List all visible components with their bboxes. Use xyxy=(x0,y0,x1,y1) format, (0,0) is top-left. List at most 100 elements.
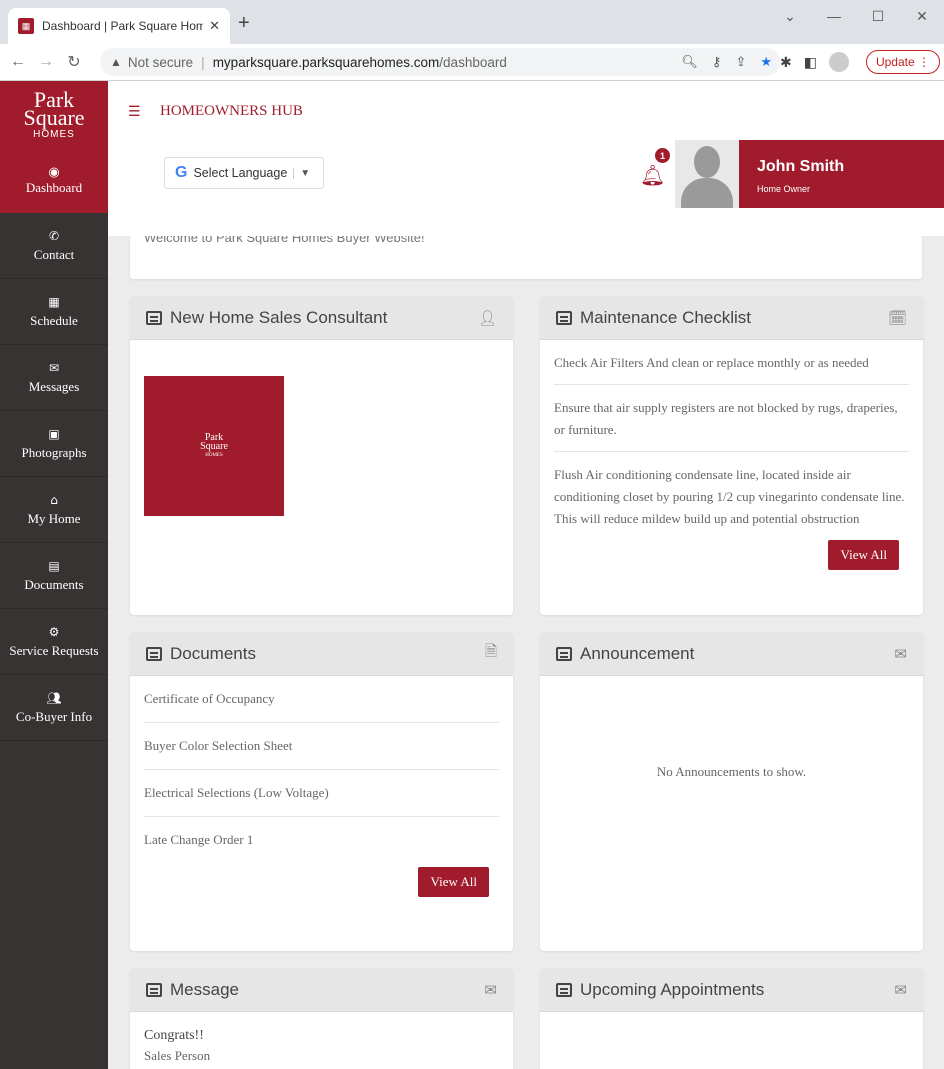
list-icon xyxy=(556,982,572,997)
sidebar-item-contact[interactable]: ✆ Contact xyxy=(0,213,108,279)
chevron-down-icon[interactable]: ⌄ xyxy=(768,0,812,32)
close-window-icon[interactable]: ✕ xyxy=(900,0,944,32)
avatar-body xyxy=(681,178,733,208)
card-header: Maintenance Checklist 🗓︎ xyxy=(540,296,923,340)
list-icon xyxy=(146,646,162,661)
consultant-logo-line2: Square xyxy=(200,440,228,452)
user-info[interactable]: John Smith Home Owner xyxy=(739,140,944,208)
list-icon xyxy=(146,310,162,325)
language-select[interactable]: G Select Language ▼ xyxy=(164,157,324,189)
card-header: Announcement ✉ xyxy=(540,632,923,676)
maintenance-list: Check Air Filters And clean or replace m… xyxy=(540,340,923,570)
consultant-photo: Park Square HOMES xyxy=(144,376,284,516)
sidebar-item-label: Documents xyxy=(24,576,84,592)
appointments-card: Upcoming Appointments ✉ xyxy=(540,968,923,1069)
sidebar-item-label: Service Requests xyxy=(9,642,99,658)
key-icon[interactable]: ⚷ xyxy=(712,54,722,70)
consultant-logo-line3: HOMES xyxy=(205,452,223,458)
zoom-search-icon[interactable]: 🔍︎ xyxy=(681,54,698,70)
avatar[interactable] xyxy=(675,140,739,208)
tab-close-icon[interactable]: ✕ xyxy=(209,18,220,34)
envelope-icon: ✉ xyxy=(894,981,907,999)
url-input[interactable]: ▲ Not secure | myparksquare.parksquareho… xyxy=(100,48,780,76)
sidebar-item-co-buyer-info[interactable]: 👥︎ Co-Buyer Info xyxy=(0,675,108,741)
sidebar-item-messages[interactable]: ✉ Messages xyxy=(0,345,108,411)
documents-list: Certificate of Occupancy Buyer Color Sel… xyxy=(130,676,513,897)
card-title: Maintenance Checklist xyxy=(580,307,752,327)
sidebar-item-label: Dashboard xyxy=(25,180,83,195)
sidebar-item-label: Photographs xyxy=(21,444,87,460)
bookmark-star-icon[interactable]: ★ xyxy=(760,54,772,70)
list-item: Ensure that air supply registers are not… xyxy=(554,385,909,452)
documents-card: Documents 🗎 Certificate of Occupancy Buy… xyxy=(130,632,513,951)
update-label: Update xyxy=(875,55,915,69)
document-link[interactable]: Certificate of Occupancy xyxy=(144,676,499,723)
omnibox-icons: 🔍︎ ⚷ ⇪ ★ xyxy=(681,54,772,70)
sidebar-item-my-home[interactable]: ⌂ My Home xyxy=(0,477,108,543)
share-icon[interactable]: ⇪ xyxy=(735,54,746,70)
favicon-icon: ▦ xyxy=(18,18,34,34)
consultant-card: New Home Sales Consultant 👤︎ Park Square… xyxy=(130,296,513,615)
document-link[interactable]: Electrical Selections (Low Voltage) xyxy=(144,770,499,817)
notification-badge: 1 xyxy=(655,148,670,163)
extensions-puzzle-icon[interactable]: ✱ xyxy=(780,54,792,71)
envelope-icon: ✉ xyxy=(484,981,497,999)
user-role: Home Owner xyxy=(757,184,811,194)
list-item: Check Air Filters And clean or replace m… xyxy=(554,340,909,385)
reload-icon[interactable]: ↻ xyxy=(60,52,88,72)
sidebar-item-label: My Home xyxy=(27,510,81,526)
address-bar: ← → ↻ ▲ Not secure | myparksquare.parksq… xyxy=(0,44,944,81)
message-heading: Congrats!! xyxy=(144,1028,204,1043)
sidebar-item-label: Contact xyxy=(33,246,75,262)
home-icon: ⌂ xyxy=(50,492,58,507)
calendar-icon: ▦ xyxy=(48,294,60,309)
bell-icon[interactable]: 🔔︎ xyxy=(640,163,665,188)
forward-arrow-icon[interactable]: → xyxy=(32,53,60,71)
minimize-icon[interactable]: — xyxy=(812,0,856,32)
message-body: Congrats!! Sales Person xyxy=(130,1012,513,1064)
logo[interactable]: Park Square HOMES ◉ Dashboard xyxy=(0,81,108,213)
document-link[interactable]: Buyer Color Selection Sheet xyxy=(144,723,499,770)
sidebar-item-photographs[interactable]: ▣ Photographs xyxy=(0,411,108,477)
maintenance-view-all-button[interactable]: View All xyxy=(828,540,899,570)
page-title: HOMEOWNERS HUB xyxy=(160,103,303,119)
logo-brand: Park Square xyxy=(23,89,84,129)
file-icon: 🗎 xyxy=(484,643,497,660)
document-link[interactable]: Late Change Order 1 xyxy=(144,817,499,863)
avatar-head xyxy=(694,146,720,178)
announcement-card: Announcement ✉ No Announcements to show. xyxy=(540,632,923,951)
calendar-check-icon: 🗓︎ xyxy=(887,309,907,327)
side-panel-icon[interactable]: ◧ xyxy=(804,54,817,71)
sidebar-item-dashboard[interactable]: ◉ Dashboard xyxy=(0,147,108,213)
toolbar-icons: ✱ ◧ xyxy=(780,52,849,72)
list-item: Flush Air conditioning condensate line, … xyxy=(554,467,905,526)
browser-tab[interactable]: ▦ Dashboard | Park Square Homes ✕ xyxy=(8,8,230,44)
update-button[interactable]: Update ⋮ xyxy=(866,50,940,74)
profile-avatar-icon[interactable] xyxy=(828,52,849,72)
card-title: Documents xyxy=(170,643,256,663)
card-title: Message xyxy=(170,979,239,999)
view-all-row: View All xyxy=(144,867,499,897)
maximize-icon[interactable]: ☐ xyxy=(856,0,900,32)
documents-view-all-button[interactable]: View All xyxy=(418,867,489,897)
card-header: Upcoming Appointments ✉ xyxy=(540,968,923,1012)
url-path: /dashboard xyxy=(439,54,507,70)
sidebar: Park Square HOMES ◉ Dashboard ✆ Contact … xyxy=(0,81,108,1069)
phone-icon: ✆ xyxy=(48,228,60,243)
sidebar-item-service-requests[interactable]: ⚙ Service Requests xyxy=(0,609,108,675)
sidebar-item-documents[interactable]: ▤ Documents xyxy=(0,543,108,609)
hamburger-menu-icon[interactable]: ☰ xyxy=(128,103,141,120)
new-tab-button[interactable]: + xyxy=(238,12,250,35)
language-label: Select Language xyxy=(193,166,288,180)
card-header: New Home Sales Consultant 👤︎ xyxy=(130,296,513,340)
url-host: myparksquare.parksquarehomes.com xyxy=(212,54,440,70)
list-icon xyxy=(146,982,162,997)
back-arrow-icon[interactable]: ← xyxy=(4,53,32,71)
warning-icon: ▲ xyxy=(110,55,122,69)
users-icon: 👥︎ xyxy=(46,690,62,705)
card-title: Announcement xyxy=(580,643,695,663)
dashboard-icon: ◉ xyxy=(48,164,60,179)
sidebar-item-label: Schedule xyxy=(30,312,78,328)
sidebar-item-schedule[interactable]: ▦ Schedule xyxy=(0,279,108,345)
welcome-text: Welcome to Park Square Homes Buyer Websi… xyxy=(144,236,425,245)
